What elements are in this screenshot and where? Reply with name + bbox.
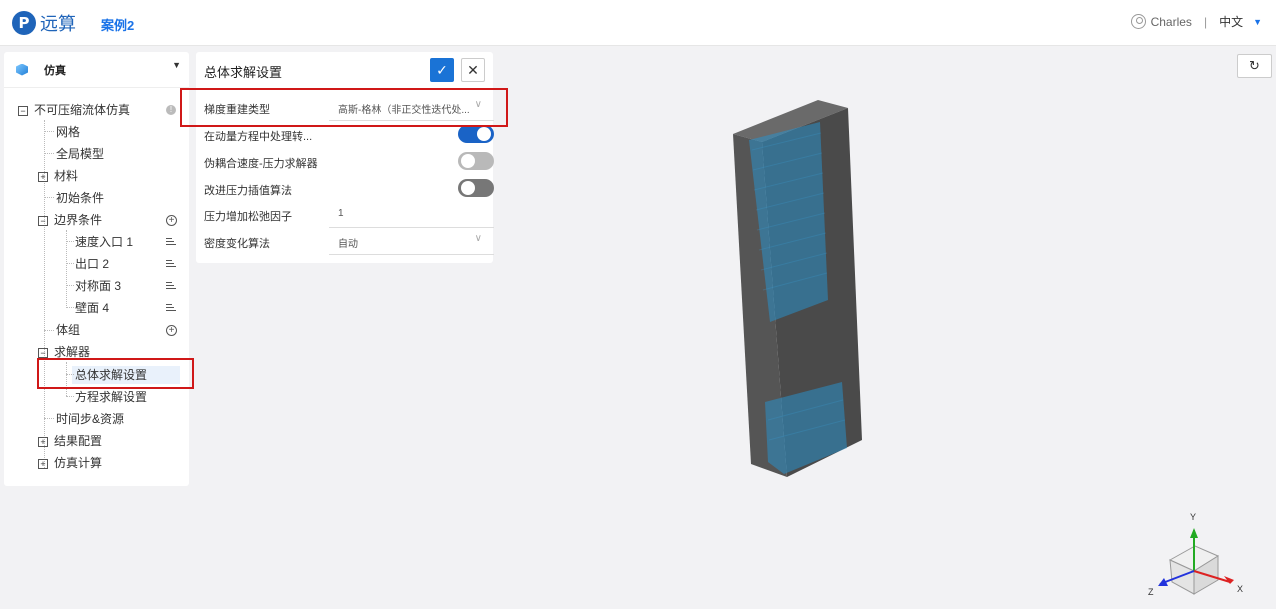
setting-label: 压力增加松弛因子 — [204, 211, 292, 223]
tree-guide — [44, 153, 54, 154]
menu-lines-icon[interactable] — [166, 282, 176, 291]
user-menu[interactable]: Charles | 中文 ▼ — [1130, 13, 1262, 30]
setting-label: 在动量方程中处理转... — [204, 131, 313, 143]
top-bar: P 远算 案例2 Charles | 中文 ▼ — [0, 0, 1276, 46]
logo-text: 远算 — [40, 14, 76, 35]
project-name[interactable]: 案例2 — [101, 15, 134, 34]
setting-row-relaxation: 压力增加松弛因子 1 — [204, 203, 494, 229]
pressure-interp-toggle[interactable] — [458, 179, 494, 197]
axis-label-y: Y — [1190, 512, 1197, 522]
header-separator: | — [1203, 14, 1208, 29]
tree-guide — [44, 330, 54, 331]
tree-item-global-model[interactable]: 全局模型 — [56, 146, 104, 162]
tree-guide — [44, 418, 54, 419]
collapse-icon[interactable]: − — [18, 105, 28, 116]
caret-down-icon[interactable]: ▼ — [172, 60, 181, 70]
axis-gizmo[interactable] — [1158, 528, 1234, 595]
tree-item-material[interactable]: + 材料 — [38, 168, 78, 184]
tree-item-material-label: 材料 — [54, 169, 79, 183]
axis-label-x: X — [1237, 584, 1244, 594]
simulation-tree-panel: 仿真 ▼ − 不可压缩流体仿真 ! 网格 全局模型 + 材料 初始条件 − 边界条件 … — [4, 52, 189, 486]
setting-label: 改进压力插值算法 — [204, 185, 292, 197]
tree-item-boundary-label: 边界条件 — [54, 213, 103, 227]
logo-icon: P — [12, 11, 36, 35]
tree-item-simulate[interactable]: + 仿真计算 — [38, 455, 102, 471]
tree-guide — [66, 307, 74, 308]
tree-item-simulate-label: 仿真计算 — [54, 456, 103, 470]
expand-icon[interactable]: + — [38, 458, 48, 469]
global-solver-settings-panel: 总体求解设置 ✓ ✕ 梯度重建类型 高斯-格林（非正交性迭代处... ∨ 在动量… — [196, 52, 494, 263]
relaxation-input[interactable]: 1 — [329, 203, 494, 228]
model-block — [733, 100, 862, 477]
menu-lines-icon[interactable] — [166, 304, 176, 313]
momentum-toggle[interactable] — [458, 125, 494, 143]
highlight-gradient-row — [180, 88, 508, 127]
expand-icon[interactable]: + — [38, 171, 48, 182]
close-button[interactable]: ✕ — [461, 58, 485, 82]
setting-row-pseudo-coupled: 伪耦合速度-压力求解器 — [204, 150, 494, 176]
tree-item-bc[interactable]: 出口 2 — [75, 256, 109, 272]
panel-header[interactable]: 仿真 ▼ — [4, 52, 189, 88]
density-algorithm-select[interactable]: 自动 ∨ — [329, 230, 494, 255]
tree-guide — [44, 197, 54, 198]
toggle-knob — [477, 127, 491, 141]
chevron-down-icon: ∨ — [474, 233, 482, 244]
setting-row-density: 密度变化算法 自动 ∨ — [204, 230, 494, 256]
tree-guide — [66, 285, 74, 286]
pseudo-coupled-toggle[interactable] — [458, 152, 494, 170]
tree-item-result-config-label: 结果配置 — [54, 434, 103, 448]
tree-item-volume-group[interactable]: 体组 — [56, 322, 80, 338]
setting-label: 伪耦合速度-压力求解器 — [204, 158, 318, 170]
menu-lines-icon[interactable] — [166, 260, 176, 269]
tree-item-result-config[interactable]: + 结果配置 — [38, 433, 102, 449]
reset-view-button[interactable]: ↻ — [1237, 54, 1272, 78]
menu-lines-icon[interactable] — [166, 238, 176, 247]
user-name[interactable]: Charles — [1151, 15, 1192, 29]
tree-guide — [66, 241, 74, 242]
add-volume-icon[interactable]: + — [166, 325, 177, 336]
tree-item-bc[interactable]: 速度入口 1 — [75, 234, 133, 250]
tree-root-label: 不可压缩流体仿真 — [34, 103, 131, 117]
expand-icon[interactable]: + — [38, 436, 48, 447]
info-icon[interactable]: ! — [166, 105, 176, 115]
close-icon: ✕ — [467, 62, 479, 78]
tree-item-initial[interactable]: 初始条件 — [56, 190, 104, 206]
panel-title: 仿真 — [44, 64, 66, 77]
add-boundary-icon[interactable]: + — [166, 215, 177, 226]
setting-label: 密度变化算法 — [204, 238, 270, 250]
check-icon: ✓ — [436, 62, 448, 78]
tree-guide — [66, 396, 74, 397]
collapse-icon[interactable]: − — [38, 215, 48, 226]
collapse-icon[interactable]: − — [38, 347, 48, 358]
cube-icon — [14, 62, 30, 78]
confirm-button[interactable]: ✓ — [430, 58, 454, 82]
highlight-tree-selection — [37, 358, 194, 389]
rotate-icon: ↻ — [1249, 58, 1260, 73]
settings-title: 总体求解设置 — [204, 65, 283, 80]
tree-item-solver-label: 求解器 — [54, 345, 91, 359]
language-caret-icon[interactable]: ▼ — [1253, 17, 1262, 27]
tree-item-timestep[interactable]: 时间步&资源 — [56, 411, 124, 427]
tree-root[interactable]: − 不可压缩流体仿真 — [18, 102, 130, 118]
select-value: 自动 — [338, 239, 358, 250]
tree-item-bc[interactable]: 对称面 3 — [75, 278, 121, 294]
setting-row-pressure-interp: 改进压力插值算法 — [204, 177, 494, 203]
tree-item-bc[interactable]: 壁面 4 — [75, 300, 109, 316]
tree-guide — [66, 263, 74, 264]
tree-item-boundary[interactable]: − 边界条件 — [38, 212, 102, 228]
user-avatar-icon — [1130, 14, 1146, 29]
tree-item-mesh[interactable]: 网格 — [56, 124, 80, 140]
tree-guide — [44, 131, 54, 132]
language-select[interactable]: 中文 — [1219, 13, 1243, 30]
app-logo[interactable]: P 远算 — [12, 10, 76, 36]
tree-item-equation-solver-settings[interactable]: 方程求解设置 — [75, 389, 147, 405]
axis-label-z: Z — [1148, 587, 1154, 597]
toggle-knob — [461, 181, 475, 195]
toggle-knob — [461, 154, 475, 168]
